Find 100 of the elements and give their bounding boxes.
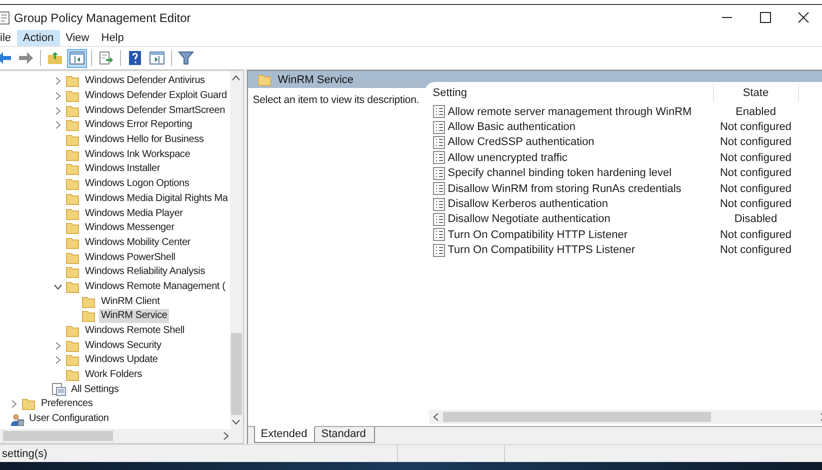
- setting-name[interactable]: Turn On Compatibility HTTP Listener: [448, 228, 628, 241]
- window-title: Group Policy Management Editor: [14, 10, 191, 24]
- policy-setting-icon: [432, 105, 445, 118]
- menu-item[interactable]: Action: [17, 30, 60, 46]
- tree-item[interactable]: Windows PowerShell: [83, 250, 178, 265]
- folder-icon: [66, 325, 80, 338]
- expand-chevron-icon[interactable]: [54, 342, 62, 350]
- expand-chevron-icon[interactable]: [54, 77, 62, 86]
- collapse-chevron-icon[interactable]: [54, 282, 62, 291]
- expand-chevron-icon[interactable]: [54, 92, 62, 100]
- view-tab[interactable]: Extended: [254, 426, 316, 443]
- tree-item[interactable]: Windows Defender SmartScreen: [83, 104, 228, 118]
- pane-title: WinRM Service: [278, 74, 354, 86]
- folder-icon: [66, 280, 80, 293]
- tree-item[interactable]: Windows Hello for Business: [83, 133, 206, 148]
- tree-item[interactable]: Windows Remote Shell: [83, 324, 186, 338]
- scroll-right-icon[interactable]: [222, 432, 229, 440]
- setting-state: Not configured: [720, 198, 792, 210]
- scrollbar-thumb[interactable]: [230, 332, 242, 415]
- column-header[interactable]: State: [714, 84, 799, 102]
- menu-item[interactable]: Help: [95, 30, 130, 46]
- scrollbar-thumb[interactable]: [3, 431, 113, 441]
- folder-icon: [82, 310, 96, 322]
- setting-name[interactable]: Specify channel binding token hardening level: [448, 167, 672, 180]
- expand-chevron-icon[interactable]: [54, 106, 62, 115]
- folder-icon: [66, 222, 80, 234]
- folder-icon: [66, 266, 80, 278]
- tree-item[interactable]: All Settings: [69, 382, 121, 397]
- setting-name[interactable]: Allow CredSSP authentication: [448, 136, 594, 148]
- folder-icon: [66, 148, 80, 161]
- tree-item[interactable]: Windows Error Reporting: [83, 118, 194, 132]
- tree-item[interactable]: Windows Defender Exploit Guard: [83, 89, 229, 104]
- expand-chevron-icon[interactable]: [54, 356, 62, 364]
- menu-item[interactable]: View: [60, 30, 96, 46]
- expand-chevron-icon[interactable]: [54, 121, 62, 130]
- horizontal-scrollbar[interactable]: [428, 410, 822, 424]
- folder-icon: [66, 340, 80, 352]
- close-icon[interactable]: [798, 12, 808, 23]
- policy-setting-icon: [432, 166, 445, 180]
- user-icon: [10, 412, 24, 426]
- tree-item[interactable]: Windows Media Player: [83, 206, 185, 221]
- tree-item[interactable]: Windows Update: [83, 353, 160, 368]
- vertical-scrollbar[interactable]: [230, 71, 243, 429]
- scroll-up-icon[interactable]: [232, 75, 240, 81]
- setting-state: Disabled: [734, 213, 778, 226]
- setting-state: Not configured: [720, 121, 792, 134]
- tree-item[interactable]: Windows Media Digital Rights Ma: [83, 192, 230, 206]
- tree-item[interactable]: Windows Remote Management (: [83, 280, 228, 294]
- setting-state: Not configured: [720, 136, 792, 148]
- setting-state: Enabled: [736, 106, 776, 118]
- pane-toggle-icon[interactable]: [67, 48, 87, 68]
- setting-name[interactable]: Turn On Compatibility HTTPS Listener: [448, 244, 636, 256]
- view-tab[interactable]: Standard: [314, 427, 375, 443]
- folder-icon: [66, 75, 80, 88]
- tree-item[interactable]: WinRM Client: [99, 294, 162, 309]
- folder-icon: [82, 296, 96, 308]
- tree-item[interactable]: Windows Ink Workspace: [83, 148, 192, 162]
- setting-state: Not configured: [720, 228, 792, 241]
- tree-item[interactable]: Windows Reliability Analysis: [83, 265, 208, 280]
- tree-item[interactable]: Windows Security: [83, 338, 164, 353]
- menu-item[interactable]: ile: [0, 30, 18, 46]
- tree-item[interactable]: User Configuration: [27, 412, 111, 426]
- setting-name[interactable]: Allow unencrypted traffic: [448, 152, 568, 164]
- scrollbar-thumb[interactable]: [442, 412, 712, 422]
- folder-icon: [66, 192, 80, 205]
- setting-name[interactable]: Disallow Kerberos authentication: [448, 198, 608, 210]
- policy-setting-icon: [432, 151, 445, 164]
- policy-setting-icon: [432, 120, 445, 134]
- tree-item[interactable]: Preferences: [39, 397, 95, 412]
- tree-item[interactable]: Windows Defender Antivirus: [83, 74, 207, 88]
- setting-state: Not configured: [720, 152, 792, 164]
- setting-name[interactable]: Allow remote server management through WinRM: [448, 106, 692, 118]
- tree-item[interactable]: WinRM Service: [99, 309, 170, 324]
- scroll-left-icon[interactable]: [432, 413, 439, 421]
- maximize-icon[interactable]: [760, 12, 770, 23]
- folder-icon: [66, 119, 80, 132]
- folder-icon: [66, 134, 80, 146]
- folder-icon: [66, 354, 80, 366]
- setting-name[interactable]: Allow Basic authentication: [448, 121, 576, 134]
- tree-item[interactable]: Windows Logon Options: [83, 177, 192, 192]
- policy-setting-icon: [432, 198, 445, 211]
- setting-name[interactable]: Disallow Negotiate authentication: [448, 213, 610, 226]
- description-text: Select an item to view its description.: [252, 94, 420, 106]
- tree-item[interactable]: Windows Mobility Center: [83, 236, 192, 250]
- folder-icon: [66, 236, 80, 249]
- setting-state: Not configured: [720, 182, 792, 195]
- filter-icon[interactable]: [176, 48, 196, 68]
- scroll-down-icon[interactable]: [232, 419, 240, 425]
- policy-setting-icon: [432, 212, 445, 226]
- folder-icon: [66, 252, 80, 264]
- setting-state: Not configured: [720, 167, 792, 180]
- tree-item[interactable]: Work Folders: [83, 368, 144, 382]
- setting-name[interactable]: Disallow WinRM from storing RunAs credentials: [448, 182, 682, 195]
- column-header[interactable]: Setting: [428, 84, 714, 102]
- folder-icon: [66, 163, 80, 176]
- expand-chevron-icon[interactable]: [10, 400, 18, 408]
- tree-item[interactable]: Windows Messenger: [83, 221, 176, 236]
- tree-item[interactable]: Windows Installer: [83, 162, 162, 176]
- panel-icon[interactable]: [147, 48, 167, 68]
- horizontal-scrollbar[interactable]: [0, 429, 243, 443]
